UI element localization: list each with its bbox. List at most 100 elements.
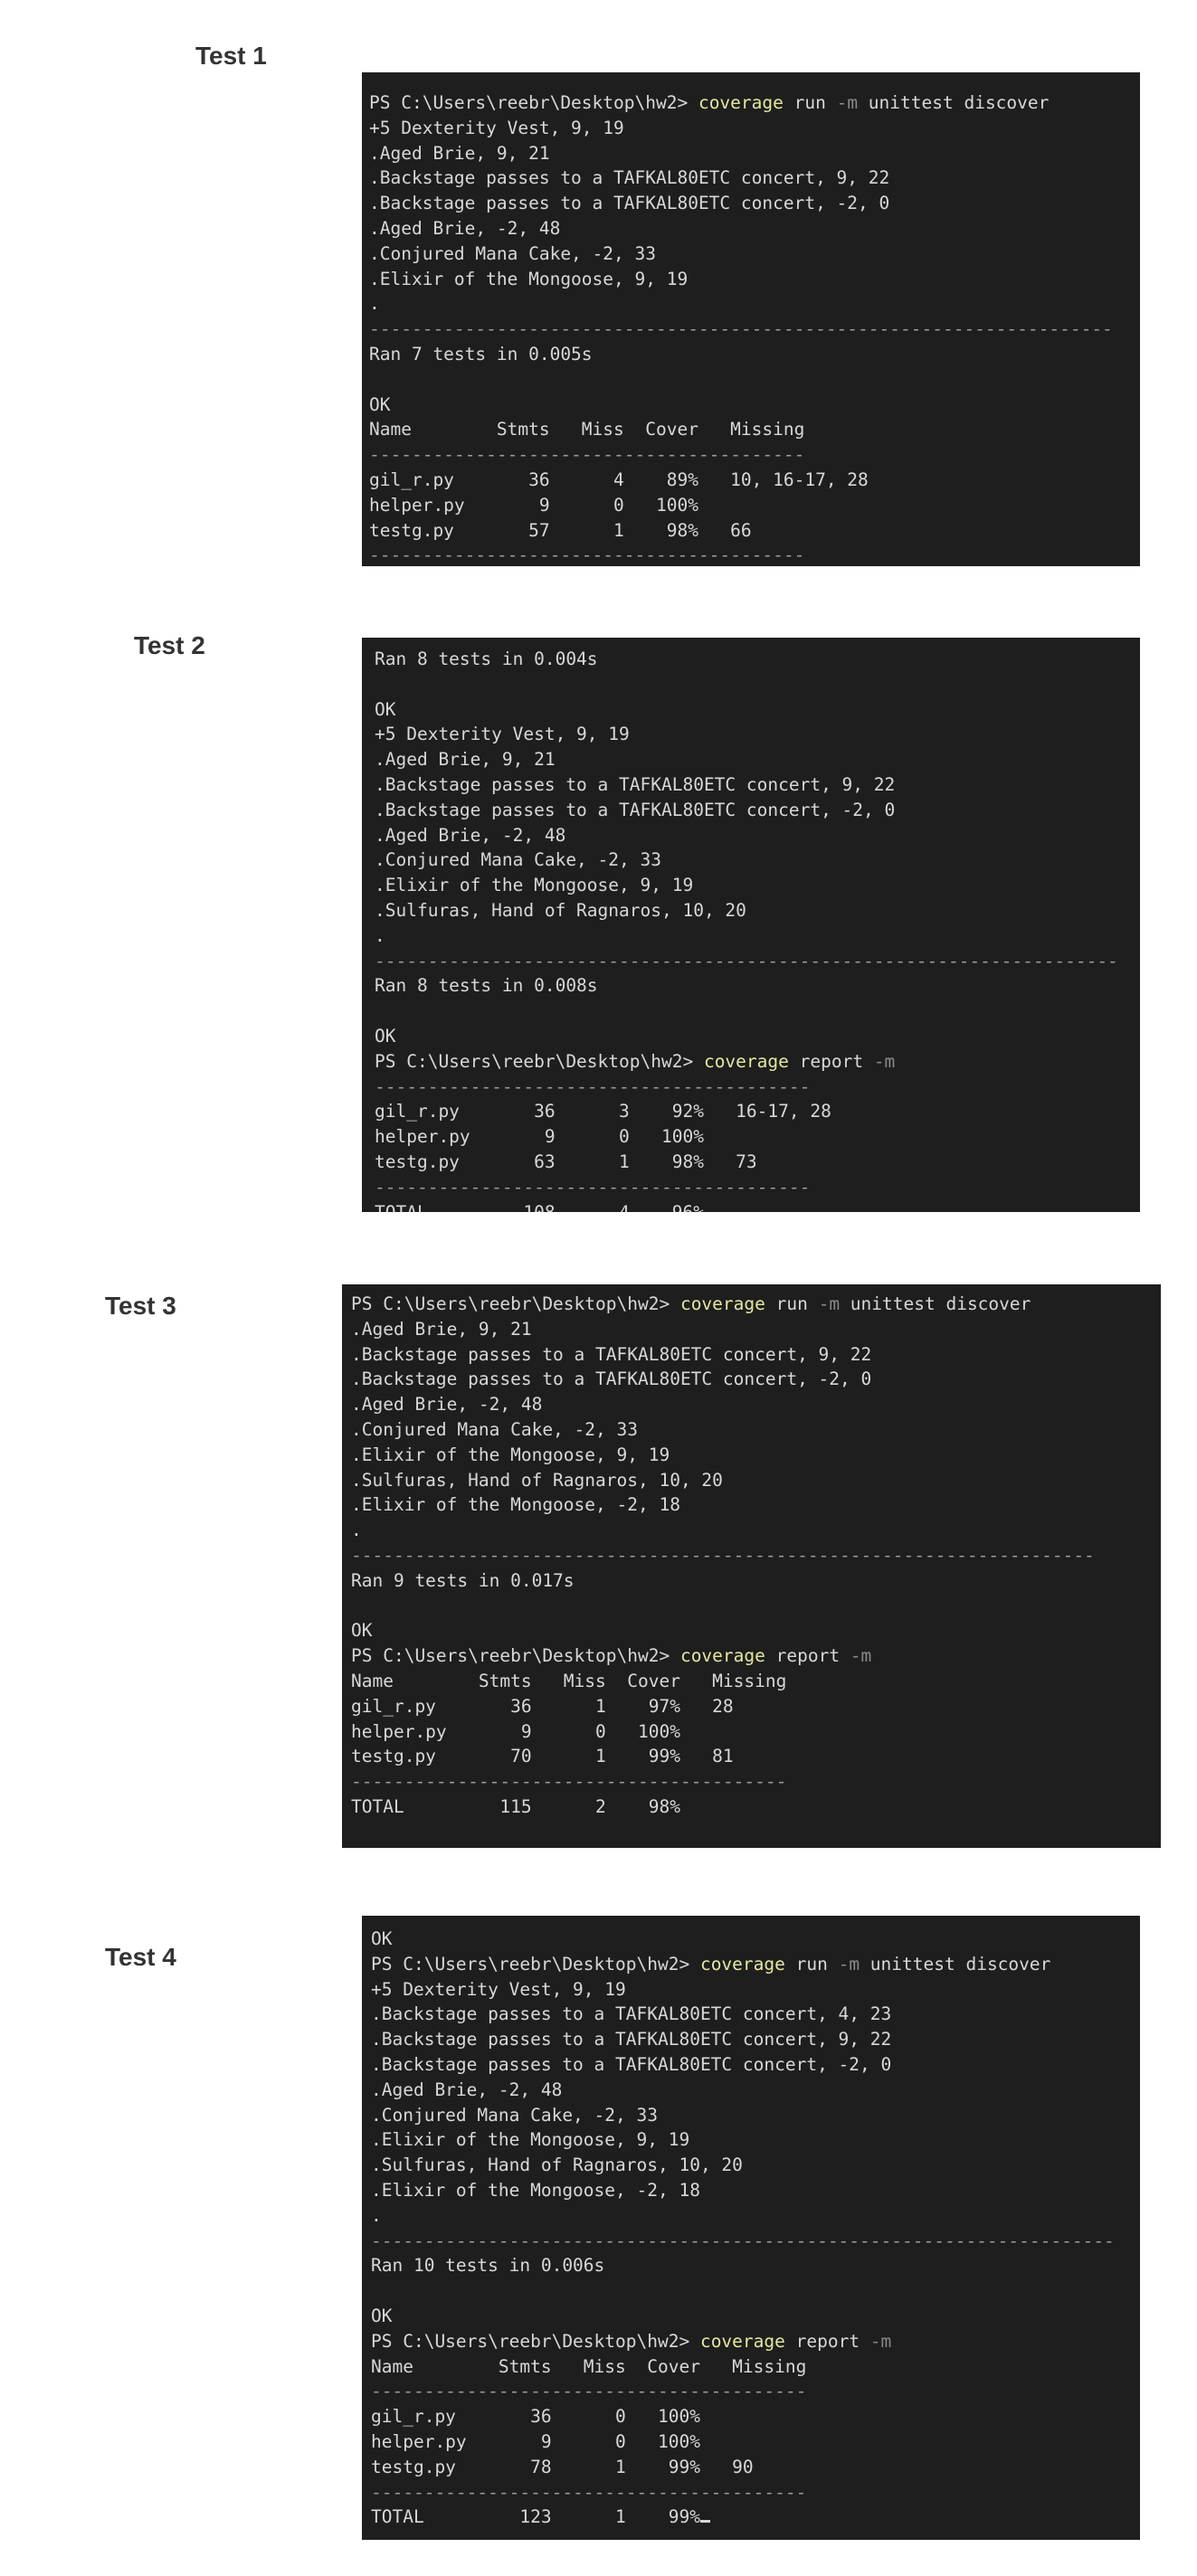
- output-line: .Aged Brie, -2, 48: [369, 217, 561, 239]
- output-line: Ran 8 tests in 0.008s: [375, 975, 598, 997]
- separator-line: ----------------------------------------…: [371, 2381, 807, 2402]
- output-line: .Sulfuras, Hand of Ragnaros, 10, 20: [375, 899, 746, 921]
- separator-line: ----------------------------------------…: [371, 2230, 1115, 2251]
- output-line: .: [375, 924, 385, 946]
- output-line: gil_r.py 36 1 97% 28: [351, 1695, 734, 1717]
- command-line: PS C:\Users\reebr\Desktop\hw2> coverage …: [351, 1643, 1161, 1669]
- output-line: .Conjured Mana Cake, -2, 33: [375, 849, 661, 871]
- prompt-text: PS C:\Users\reebr\Desktop\hw2>: [369, 92, 698, 113]
- output-line: helper.py 9 0 100%: [371, 2430, 700, 2452]
- output-line: .Backstage passes to a TAFKAL80ETC conce…: [369, 167, 890, 189]
- output-line: OK: [371, 1928, 393, 1949]
- prompt-text: PS C:\Users\reebr\Desktop\hw2>: [351, 1645, 680, 1667]
- command-subcommand: report: [784, 2330, 870, 2352]
- command-name: coverage: [699, 2330, 785, 2352]
- output-line: .Aged Brie, 9, 21: [351, 1318, 532, 1340]
- separator-line: ----------------------------------------…: [375, 1176, 811, 1198]
- output-line: .Backstage passes to a TAFKAL80ETC conce…: [351, 1343, 872, 1365]
- command-subcommand: report: [788, 1050, 874, 1072]
- output-line: testg.py 78 1 99% 90: [371, 2456, 754, 2477]
- output-line: .: [351, 1520, 362, 1541]
- output-line: TOTAL 108 4 96%: [375, 1200, 1140, 1212]
- command-name: coverage: [699, 1953, 785, 1975]
- command-args: unittest discover: [840, 1293, 1031, 1314]
- output-line: +5 Dexterity Vest, 9, 19: [371, 1978, 626, 2000]
- prompt-text: PS C:\Users\reebr\Desktop\hw2>: [351, 1293, 680, 1314]
- output-line: .Conjured Mana Cake, -2, 33: [371, 2104, 658, 2126]
- cursor: [699, 2520, 710, 2524]
- prompt-text: PS C:\Users\reebr\Desktop\hw2>: [375, 1050, 704, 1072]
- output-line: Name Stmts Miss Cover Missing: [369, 419, 805, 440]
- command-line: PS C:\Users\reebr\Desktop\hw2> coverage …: [371, 2329, 1140, 2354]
- output-line: .Backstage passes to a TAFKAL80ETC conce…: [371, 2003, 892, 2025]
- command-args: unittest discover: [858, 92, 1050, 113]
- output-line: .Sulfuras, Hand of Ragnaros, 10, 20: [371, 2155, 743, 2176]
- output-line: .: [371, 2204, 382, 2226]
- separator-line: ----------------------------------------…: [351, 1544, 1095, 1566]
- separator-line: ----------------------------------------…: [369, 545, 805, 566]
- output-line: testg.py 57 1 98% 66: [369, 519, 752, 541]
- output-line: OK: [369, 393, 391, 415]
- command-flag: -m: [838, 1953, 860, 1975]
- test-4-terminal: OK PS C:\Users\reebr\Desktop\hw2> coverag…: [362, 1916, 1140, 2540]
- output-line: .Aged Brie, -2, 48: [375, 824, 566, 846]
- output-line: .Backstage passes to a TAFKAL80ETC conce…: [375, 773, 896, 795]
- test-2-label: Test 2: [134, 631, 205, 659]
- command-line: PS C:\Users\reebr\Desktop\hw2> coverage …: [351, 1292, 1161, 1317]
- output-line: .Elixir of the Mongoose, 9, 19: [371, 2129, 690, 2151]
- output-line: .Elixir of the Mongoose, 9, 19: [351, 1444, 670, 1465]
- output-line: OK: [371, 2305, 393, 2326]
- separator-line: ----------------------------------------…: [375, 950, 1118, 971]
- command-flag: -m: [873, 1050, 896, 1072]
- output-line: .Elixir of the Mongoose, -2, 18: [371, 2179, 700, 2201]
- output-line: .Elixir of the Mongoose, 9, 19: [375, 875, 694, 896]
- output-line: testg.py 63 1 98% 73: [375, 1151, 757, 1172]
- separator-line: ----------------------------------------…: [375, 1075, 811, 1097]
- output-line: .Backstage passes to a TAFKAL80ETC conce…: [375, 799, 896, 820]
- output-line: .Backstage passes to a TAFKAL80ETC conce…: [369, 193, 890, 214]
- command-subcommand: report: [765, 1645, 850, 1667]
- output-line: testg.py 70 1 99% 81: [351, 1746, 734, 1767]
- output-line: gil_r.py 36 3 92% 16-17, 28: [375, 1101, 831, 1122]
- output-line: .Backstage passes to a TAFKAL80ETC conce…: [371, 2053, 892, 2075]
- command-args: unittest discover: [860, 1953, 1051, 1975]
- command-subcommand: run: [783, 92, 837, 113]
- test-2-terminal: Ran 8 tests in 0.004s OK +5 Dexterity Vest…: [362, 638, 1140, 1212]
- output-line: .Aged Brie, -2, 48: [351, 1394, 543, 1416]
- output-line: helper.py 9 0 100%: [369, 494, 698, 516]
- output-line: +5 Dexterity Vest, 9, 19: [369, 117, 624, 138]
- output-line: Name Stmts Miss Cover Missing: [371, 2355, 807, 2377]
- command-line: PS C:\Users\reebr\Desktop\hw2> coverage …: [371, 1952, 1140, 1977]
- prompt-text: PS C:\Users\reebr\Desktop\hw2>: [371, 1953, 700, 1975]
- command-line: PS C:\Users\reebr\Desktop\hw2> coverage …: [369, 90, 1140, 116]
- output-line: Ran 8 tests in 0.004s: [375, 649, 598, 669]
- separator-line: ----------------------------------------…: [369, 444, 805, 466]
- output-line: .Sulfuras, Hand of Ragnaros, 10, 20: [351, 1469, 723, 1491]
- output-line: .Elixir of the Mongoose, 9, 19: [369, 268, 689, 289]
- output-line: gil_r.py 36 0 100%: [371, 2406, 700, 2428]
- output-line: OK: [351, 1620, 373, 1642]
- output-line: Ran 9 tests in 0.017s: [351, 1569, 575, 1591]
- output-line: .Elixir of the Mongoose, -2, 18: [351, 1494, 680, 1516]
- output-line: .Aged Brie, 9, 21: [375, 749, 556, 771]
- test-1-label: Test 1: [195, 42, 267, 70]
- output-line: gil_r.py 36 4 89% 10, 16-17, 28: [369, 469, 869, 490]
- output-line: helper.py 9 0 100%: [375, 1126, 704, 1148]
- command-flag: -m: [836, 92, 859, 113]
- output-line: Name Stmts Miss Cover Missing: [351, 1670, 787, 1691]
- test-4-label: Test 4: [105, 1943, 176, 1971]
- command-name: coverage: [679, 1293, 765, 1314]
- test-3-terminal: PS C:\Users\reebr\Desktop\hw2> coverage …: [342, 1284, 1161, 1848]
- output-line: .: [369, 293, 380, 315]
- output-line: TOTAL 115 2 98%: [351, 1795, 680, 1817]
- command-subcommand: run: [765, 1293, 819, 1314]
- command-subcommand: run: [784, 1953, 839, 1975]
- output-line: .Conjured Mana Cake, -2, 33: [369, 242, 656, 264]
- output-line: .Aged Brie, 9, 21: [369, 142, 550, 164]
- separator-line: ----------------------------------------…: [369, 318, 1113, 340]
